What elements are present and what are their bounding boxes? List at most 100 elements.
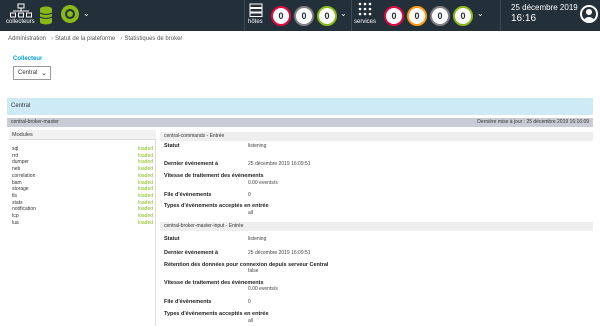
- stat-value: 0: [248, 299, 251, 305]
- module-status: loaded: [137, 186, 153, 193]
- stat-label: Vitesse de traitement des évènements: [164, 173, 264, 179]
- stat-label: Statut: [164, 236, 180, 242]
- breadcrumb-item[interactable]: Statistiques de broker: [124, 36, 182, 42]
- module-name: dumper: [12, 159, 29, 166]
- top-bar: collecteurs ⌄ hôtes 0 0 0 ⌄ services 0 0…: [0, 0, 600, 31]
- modules-header: Modules: [9, 130, 156, 140]
- stat-label: Types d'évènements acceptés en entrée: [164, 203, 269, 209]
- endpoint-title: central-broker-master-input - Entrée: [164, 223, 244, 229]
- module-status: loaded: [137, 159, 153, 166]
- stat-label: Dernier évènement à: [164, 250, 219, 256]
- services-ok-counter[interactable]: 0: [453, 6, 473, 26]
- collector-label: Collecteur: [13, 56, 43, 62]
- stat-label: Dernier évènement à: [164, 161, 219, 167]
- module-row: storage loaded: [12, 186, 153, 192]
- hosts-unreachable-counter[interactable]: 0: [294, 6, 314, 26]
- services-critical-counter[interactable]: 0: [384, 6, 404, 26]
- module-row: lua loaded: [12, 220, 153, 226]
- module-name: tls: [12, 192, 17, 199]
- module-status: loaded: [137, 199, 153, 206]
- endpoints-panel: central-commands - Entrée Statut listening…: [160, 130, 593, 326]
- module-status: loaded: [137, 152, 153, 159]
- module-row: bam loaded: [12, 180, 153, 186]
- pollers-icon[interactable]: [10, 3, 32, 19]
- breadcrumb-item[interactable]: Administration: [8, 36, 46, 42]
- module-status: loaded: [137, 206, 153, 213]
- stat-label: File d'évènements: [164, 192, 212, 198]
- chevron-down-icon: ⌄: [41, 70, 47, 77]
- user-icon[interactable]: [580, 5, 598, 23]
- stat-label: Statut: [164, 143, 180, 149]
- breadcrumb: Administration › Statut de la plateforme › S…: [8, 36, 184, 42]
- module-name: sql: [12, 146, 19, 152]
- services-unknown-counter[interactable]: 0: [430, 6, 450, 26]
- hosts-up-counter[interactable]: 0: [317, 6, 337, 26]
- services-label: services: [354, 19, 377, 25]
- module-name: correlation: [12, 172, 36, 179]
- module-row: neb loaded: [12, 166, 153, 172]
- divider: [351, 0, 352, 31]
- broker-header: central-broker-master Dernière mise à jo…: [7, 118, 593, 127]
- chevron-down-icon[interactable]: ⌄: [83, 9, 90, 18]
- modules-panel: Modules sql loaded rrd loaded dumper loaded ne…: [9, 130, 156, 326]
- module-status: loaded: [137, 166, 153, 173]
- services-icon[interactable]: [358, 2, 372, 16]
- stat-value: 25 décembre 2019 16:09:51: [248, 161, 311, 167]
- module-row: stats loaded: [12, 200, 153, 206]
- chevron-down-icon[interactable]: ⌄: [340, 9, 347, 18]
- module-name: storage: [12, 186, 29, 193]
- endpoint-header[interactable]: central-broker-master-input - Entrée: [160, 222, 593, 231]
- stat-value: listening: [248, 236, 267, 242]
- stat-value: 0.00 events/s: [248, 180, 278, 186]
- hosts-down-counter[interactable]: 0: [271, 6, 291, 26]
- stat-label: File d'évènements: [164, 299, 212, 305]
- current-date: 25 décembre 2019: [511, 3, 578, 12]
- hosts-label: hôtes: [248, 19, 263, 25]
- divider: [244, 0, 245, 31]
- module-status: loaded: [137, 192, 153, 199]
- stat-value: listening: [248, 143, 267, 149]
- broker-status-icon[interactable]: [61, 5, 79, 23]
- collector-selected-value: Central: [18, 70, 38, 76]
- stat-label: Rétention des données pour connexion dep…: [164, 262, 329, 268]
- breadcrumb-separator: ›: [120, 36, 123, 42]
- divider: [500, 0, 501, 31]
- collector-select[interactable]: Central ⌄: [13, 66, 51, 80]
- endpoint-header[interactable]: central-commands - Entrée: [160, 132, 593, 141]
- stat-value: 0.00 events/s: [248, 286, 278, 292]
- chevron-down-icon[interactable]: ⌄: [477, 9, 484, 18]
- module-status: loaded: [137, 172, 153, 179]
- stat-value: 25 décembre 2019 16:09:51: [248, 250, 311, 256]
- module-status: loaded: [137, 219, 153, 226]
- module-status: loaded: [137, 179, 153, 186]
- module-row: rrd loaded: [12, 153, 153, 159]
- stat-value: all: [248, 210, 254, 216]
- stat-label: Types d'évènements acceptés en entrée: [164, 311, 269, 317]
- last-update: Dernière mise à jour : 25 décembre 2019 …: [477, 119, 589, 125]
- pollers-label: collecteurs: [6, 19, 35, 25]
- stat-value: all: [248, 318, 254, 324]
- module-name: bam: [12, 179, 22, 186]
- module-row: tcp loaded: [12, 213, 153, 219]
- services-warning-counter[interactable]: 0: [407, 6, 427, 26]
- module-row: correlation loaded: [12, 173, 153, 179]
- broker-name: central-broker-master: [11, 119, 59, 125]
- module-name: rrd: [12, 152, 19, 159]
- breadcrumb-separator: ›: [51, 36, 54, 42]
- module-name: stats: [12, 199, 23, 206]
- module-row: tls loaded: [12, 193, 153, 199]
- module-name: notification: [12, 206, 36, 213]
- hosts-icon[interactable]: [249, 3, 263, 17]
- stat-value: false: [248, 268, 259, 274]
- module-name: tcp: [12, 213, 19, 219]
- database-icon[interactable]: [39, 6, 53, 25]
- module-row: notification loaded: [12, 206, 153, 212]
- stat-value: 0: [248, 192, 251, 198]
- module-name: neb: [12, 166, 21, 173]
- module-row: sql loaded: [12, 146, 153, 152]
- central-title: Central: [11, 103, 31, 109]
- breadcrumb-item[interactable]: Statut de la plateforme: [55, 36, 115, 42]
- module-status: loaded: [137, 213, 153, 219]
- endpoint-title: central-commands - Entrée: [164, 133, 225, 139]
- current-time: 16:16: [511, 13, 537, 24]
